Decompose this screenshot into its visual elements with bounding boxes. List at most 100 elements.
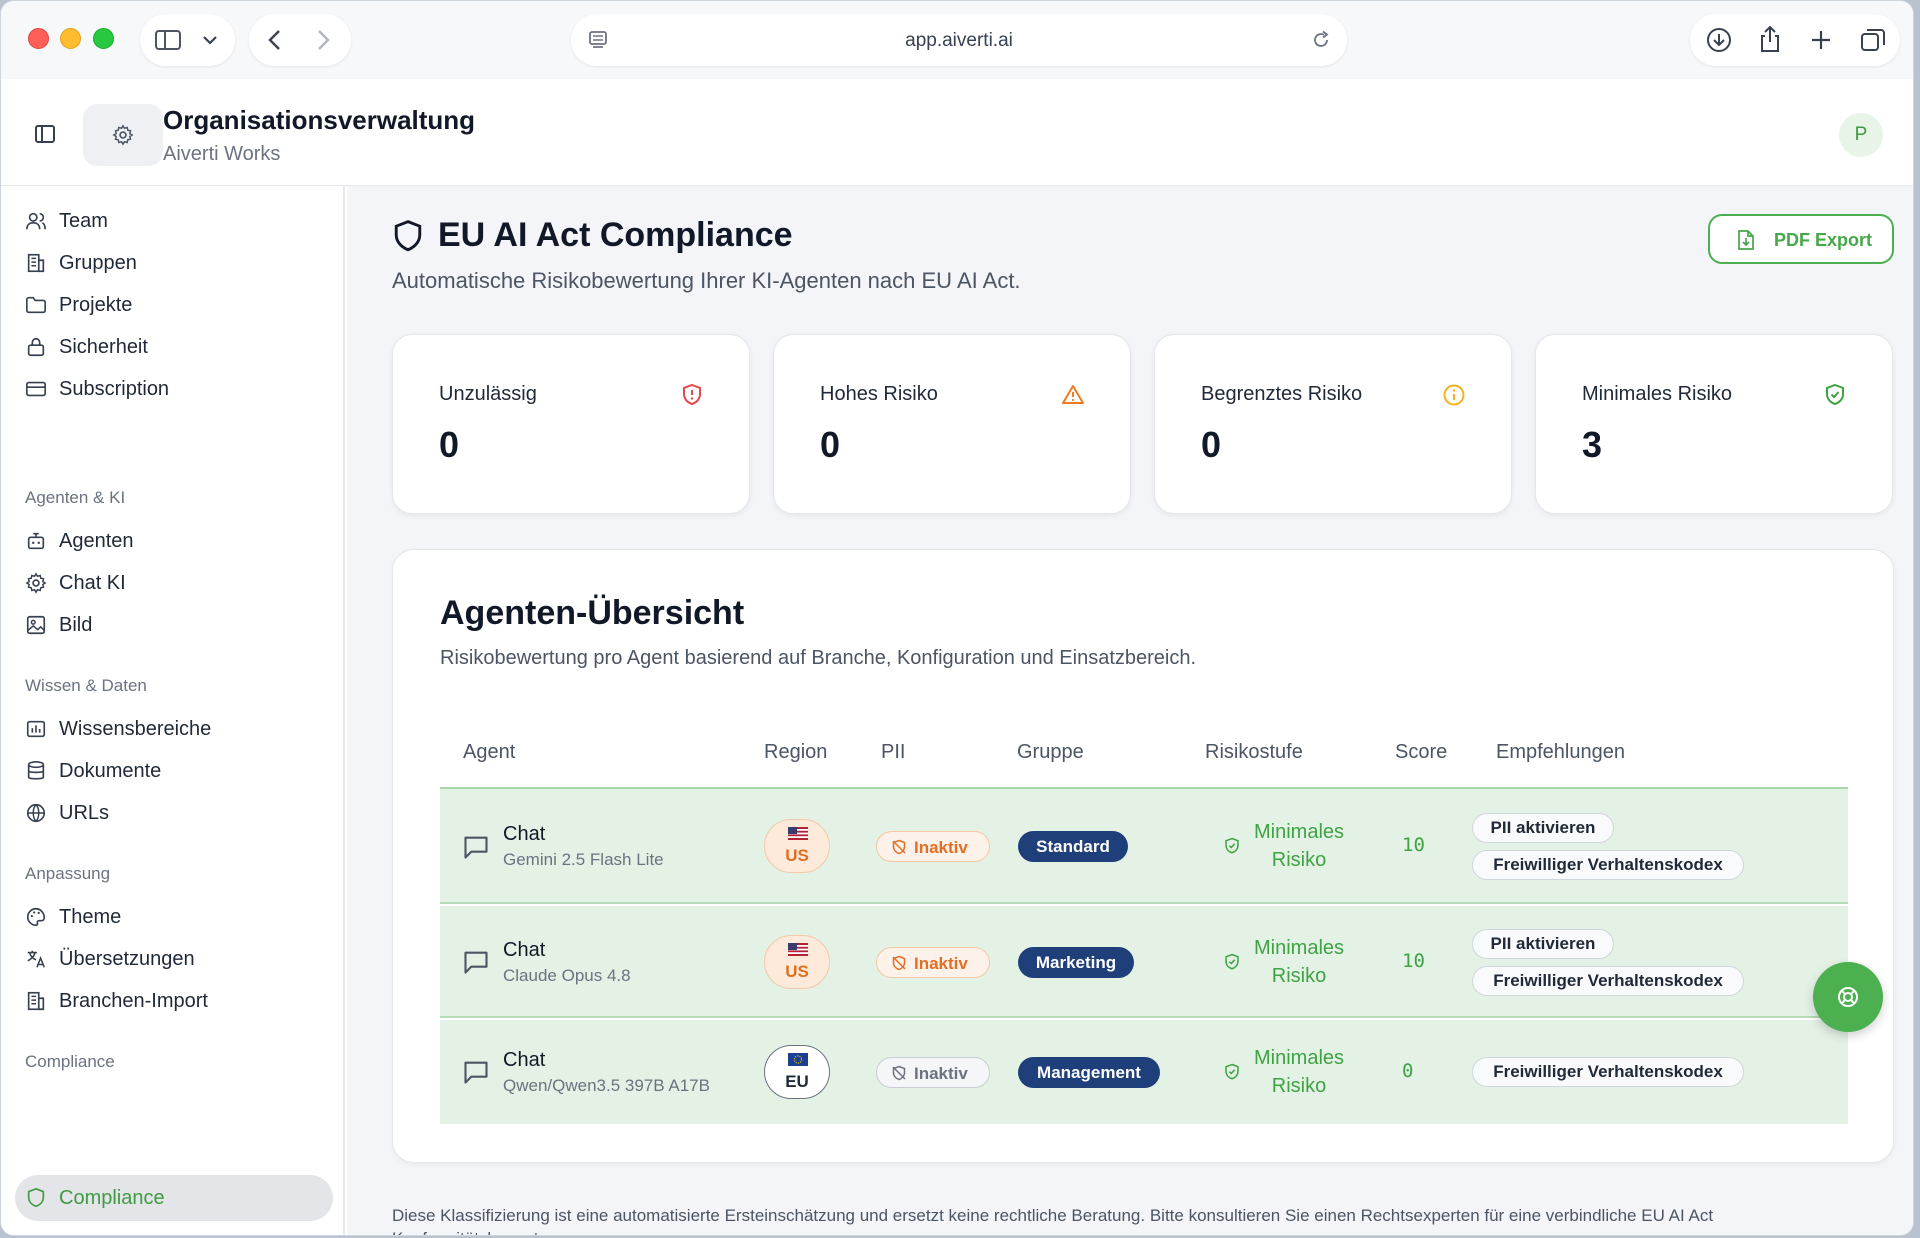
maximize-window-button[interactable] xyxy=(93,28,114,49)
stat-label: Begrenztes Risiko xyxy=(1201,383,1363,405)
download-icon[interactable] xyxy=(1706,27,1732,53)
image-icon xyxy=(26,615,46,635)
recommendation-chip[interactable]: PII aktivieren xyxy=(1472,813,1614,843)
sidebar-item-team[interactable]: Team xyxy=(15,198,333,244)
risk-level-line2: Risiko xyxy=(1271,965,1327,987)
back-icon[interactable] xyxy=(267,29,283,51)
gear-icon xyxy=(25,572,47,594)
stat-label: Unzulässig xyxy=(439,383,537,405)
bot-icon xyxy=(27,532,45,550)
reload-icon[interactable] xyxy=(1311,30,1331,50)
overview-title: Agenten-Übersicht xyxy=(440,594,745,632)
page-subtitle: Automatische Risikobewertung Ihrer KI-Ag… xyxy=(392,268,1021,293)
shield-check-icon xyxy=(1225,953,1239,970)
stat-card-hohes-risiko: Hohes Risiko 0 xyxy=(773,334,1131,514)
sidebar-item-subscription[interactable]: Subscription xyxy=(15,366,333,412)
risk-level-line2: Risiko xyxy=(1271,1075,1327,1097)
folder-icon xyxy=(26,296,46,314)
pii-status-badge: Inaktiv xyxy=(876,831,990,862)
pii-status-text: Inaktiv xyxy=(914,838,968,857)
agent-name: Chat xyxy=(503,939,546,961)
column-header-empfehlungen: Empfehlungen xyxy=(1496,741,1625,763)
shield-icon xyxy=(27,1187,45,1208)
sidebar-toggle-group[interactable] xyxy=(140,14,235,66)
agent-model: Qwen/Qwen3.5 397B A17B xyxy=(503,1076,710,1095)
chevron-down-icon[interactable] xyxy=(202,34,218,46)
shield-alert-icon xyxy=(683,383,701,406)
recommendation-chip[interactable]: Freiwilliger Verhaltenskodex xyxy=(1472,966,1744,996)
browser-toolbar: app.aiverti.ai xyxy=(1,1,1913,79)
sidebar-item-label: Subscription xyxy=(59,378,170,400)
sidebar-toggle-icon[interactable] xyxy=(154,28,182,52)
sidebar-item-label: Chat KI xyxy=(59,572,126,594)
sidebar-item-label: Bild xyxy=(59,614,93,636)
shield-off-icon xyxy=(892,955,906,971)
section-label-anpassung: Anpassung xyxy=(25,864,111,883)
database-icon xyxy=(27,761,45,780)
message-icon xyxy=(464,836,488,859)
tab-overview-icon[interactable] xyxy=(1860,28,1886,52)
sidebar-item-bild[interactable]: Bild xyxy=(15,602,333,648)
sidebar-item-uebersetzungen[interactable]: Übersetzungen xyxy=(15,936,333,982)
sidebar-item-label: URLs xyxy=(59,802,110,824)
column-header-score: Score xyxy=(1395,741,1448,763)
sidebar-item-dokumente[interactable]: Dokumente xyxy=(15,748,333,794)
risk-level-line1: Minimales xyxy=(1253,937,1345,959)
recommendation-chip[interactable]: PII aktivieren xyxy=(1472,929,1614,959)
sidebar-item-sicherheit[interactable]: Sicherheit xyxy=(15,324,333,370)
sidebar-item-label: Branchen-Import xyxy=(59,990,208,1012)
sidebar-item-label: Dokumente xyxy=(59,760,162,782)
panel-toggle-icon[interactable] xyxy=(34,123,56,145)
agent-model: Claude Opus 4.8 xyxy=(503,966,631,985)
org-settings-badge[interactable] xyxy=(83,104,163,166)
building-icon xyxy=(27,253,45,273)
close-window-button[interactable] xyxy=(28,28,49,49)
sidebar-item-agenten[interactable]: Agenten xyxy=(15,518,333,564)
file-download-icon xyxy=(1738,230,1754,250)
share-icon[interactable] xyxy=(1758,25,1782,53)
page-title: EU AI Act Compliance xyxy=(438,216,793,254)
sidebar-item-projekte[interactable]: Projekte xyxy=(15,282,333,328)
sidebar-item-label: Theme xyxy=(59,906,122,928)
credit-card-icon xyxy=(26,381,46,397)
table-row[interactable]: Chat Qwen/Qwen3.5 397B A17B EU Inaktiv M… xyxy=(440,1020,1848,1124)
recommendation-chip[interactable]: Freiwilliger Verhaltenskodex xyxy=(1472,850,1744,880)
risk-level: Minimales Risiko xyxy=(1248,818,1350,874)
sidebar-item-theme[interactable]: Theme xyxy=(15,894,333,940)
table-row[interactable]: Chat Gemini 2.5 Flash Lite US Inaktiv St… xyxy=(440,789,1848,904)
app-header: Organisationsverwaltung Aiverti Works P xyxy=(1,79,1913,186)
sidebar-item-urls[interactable]: URLs xyxy=(15,790,333,836)
stat-value: 3 xyxy=(1582,424,1603,465)
address-bar[interactable]: app.aiverti.ai xyxy=(571,14,1347,66)
sidebar-item-compliance[interactable]: Compliance xyxy=(15,1175,333,1221)
sidebar: Team Gruppen Projekte Sicherheit Subscri… xyxy=(1,186,345,1235)
section-label-agenten: Agenten & KI xyxy=(25,488,126,507)
risk-score: 10 xyxy=(1402,950,1425,972)
recommendation-chip[interactable]: Freiwilliger Verhaltenskodex xyxy=(1472,1057,1744,1087)
column-header-pii: PII xyxy=(881,741,906,763)
pii-status-badge: Inaktiv xyxy=(876,947,990,978)
column-header-region: Region xyxy=(764,741,828,763)
agent-name: Chat xyxy=(503,823,546,845)
legal-disclaimer: Diese Klassifizierung ist eine automatis… xyxy=(392,1206,1714,1235)
sidebar-item-branchen-import[interactable]: Branchen-Import xyxy=(15,978,333,1024)
sidebar-item-gruppen[interactable]: Gruppen xyxy=(15,240,333,286)
pdf-export-button[interactable]: PDF Export xyxy=(1708,214,1894,264)
avatar[interactable]: P xyxy=(1839,113,1883,157)
column-header-gruppe: Gruppe xyxy=(1017,741,1084,763)
sidebar-item-label: Wissensbereiche xyxy=(59,718,212,740)
shield-check-icon xyxy=(1826,383,1844,406)
risk-level-line2: Risiko xyxy=(1271,849,1327,871)
forward-icon[interactable] xyxy=(315,29,331,51)
risk-score: 10 xyxy=(1402,834,1425,856)
sidebar-item-wissensbereiche[interactable]: Wissensbereiche xyxy=(15,706,333,752)
new-tab-icon[interactable] xyxy=(1810,29,1832,51)
sidebar-item-chat-ki[interactable]: Chat KI xyxy=(15,560,333,606)
sidebar-item-label: Projekte xyxy=(59,294,133,316)
table-row[interactable]: Chat Claude Opus 4.8 US Inaktiv Marketin… xyxy=(440,906,1848,1018)
message-icon xyxy=(464,951,488,974)
stat-value: 0 xyxy=(439,424,460,465)
help-button[interactable] xyxy=(1813,962,1883,1032)
stat-value: 0 xyxy=(1201,424,1222,465)
minimize-window-button[interactable] xyxy=(60,28,81,49)
